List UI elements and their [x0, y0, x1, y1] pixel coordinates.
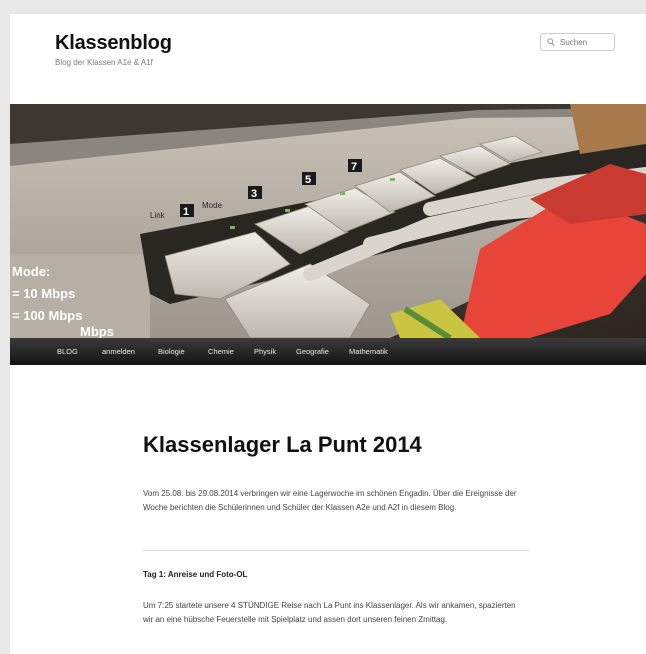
port-label: 3 — [251, 188, 257, 200]
nav-item-physik[interactable]: Physik — [254, 347, 276, 356]
day-heading: Tag 1: Anreise und Foto-OL — [143, 570, 248, 579]
nav-item-blog[interactable]: BLOG — [57, 347, 78, 356]
speed-text: = 10 Mbps — [12, 286, 75, 301]
speed-text: Mbps — [80, 324, 114, 338]
page: Klassenblog Blog der Klassen A1e & A1f S… — [10, 14, 646, 654]
post-intro: Vom 25.08. bis 29.08.2014 verbringen wir… — [143, 489, 517, 512]
search-input[interactable] — [555, 34, 618, 50]
port-label: 5 — [305, 174, 311, 186]
site-description: Blog der Klassen A1e & A1f — [55, 58, 153, 67]
nav-item-anmelden[interactable]: anmelden — [102, 347, 135, 356]
speed-text: Mode: — [12, 264, 50, 279]
mode-text: Mode — [202, 201, 223, 210]
link-text: Link — [150, 211, 166, 220]
port-label: 7 — [351, 161, 357, 173]
header-image: 1 3 5 7 Link Mode Mode: = 10 Mbps = 100 … — [10, 104, 646, 338]
nav-item-chemie[interactable]: Chemie — [208, 347, 234, 356]
post-title[interactable]: Klassenlager La Punt 2014 — [143, 432, 422, 458]
nav-item-biologie[interactable]: Biologie — [158, 347, 185, 356]
main-navigation: BLOG anmelden Biologie Chemie Physik Geo… — [10, 338, 646, 365]
port-label: 1 — [183, 206, 189, 218]
search-icon — [547, 38, 555, 47]
nav-item-geografie[interactable]: Geografie — [296, 347, 329, 356]
speed-text: = 100 Mbps — [12, 308, 82, 323]
search-box[interactable] — [540, 33, 618, 51]
site-title[interactable]: Klassenblog — [55, 32, 172, 55]
divider — [143, 550, 529, 551]
nav-item-mathematik[interactable]: Mathematik — [349, 347, 388, 356]
day-text: Um 7:25 startete unsere 4 STÜNDIGE Reise… — [143, 601, 516, 624]
